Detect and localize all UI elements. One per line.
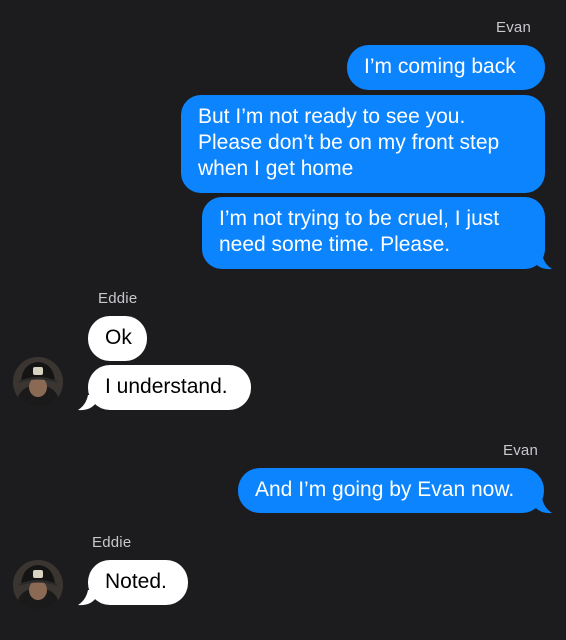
incoming-message-bubble[interactable]: Ok [88, 316, 147, 361]
sender-name-evan: Evan [496, 19, 531, 36]
outgoing-bubble-tail-icon [534, 498, 552, 514]
sender-name-eddie: Eddie [98, 290, 138, 307]
sender-name-eddie: Eddie [92, 534, 132, 551]
incoming-message-bubble[interactable]: Noted. [88, 560, 188, 605]
outgoing-message-bubble[interactable]: But I’m not ready to see you. Please don… [181, 95, 545, 193]
outgoing-message-bubble[interactable]: I’m not trying to be cruel, I just need … [202, 197, 545, 269]
firefighter-helmet-avatar-icon [13, 560, 63, 610]
incoming-bubble-tail-icon [78, 590, 96, 606]
firefighter-helmet-avatar-icon [13, 357, 63, 407]
sender-name-evan: Evan [503, 442, 538, 459]
outgoing-message-bubble[interactable]: And I’m going by Evan now. [238, 468, 544, 513]
outgoing-bubble-tail-icon [534, 254, 552, 270]
contact-avatar-eddie[interactable] [13, 560, 63, 610]
contact-avatar-eddie[interactable] [13, 357, 63, 407]
incoming-message-bubble[interactable]: I understand. [88, 365, 251, 410]
outgoing-message-bubble[interactable]: I’m coming back [347, 45, 545, 90]
message-thread: Evan I’m coming back But I’m not ready t… [0, 0, 566, 640]
incoming-bubble-tail-icon [78, 395, 96, 411]
